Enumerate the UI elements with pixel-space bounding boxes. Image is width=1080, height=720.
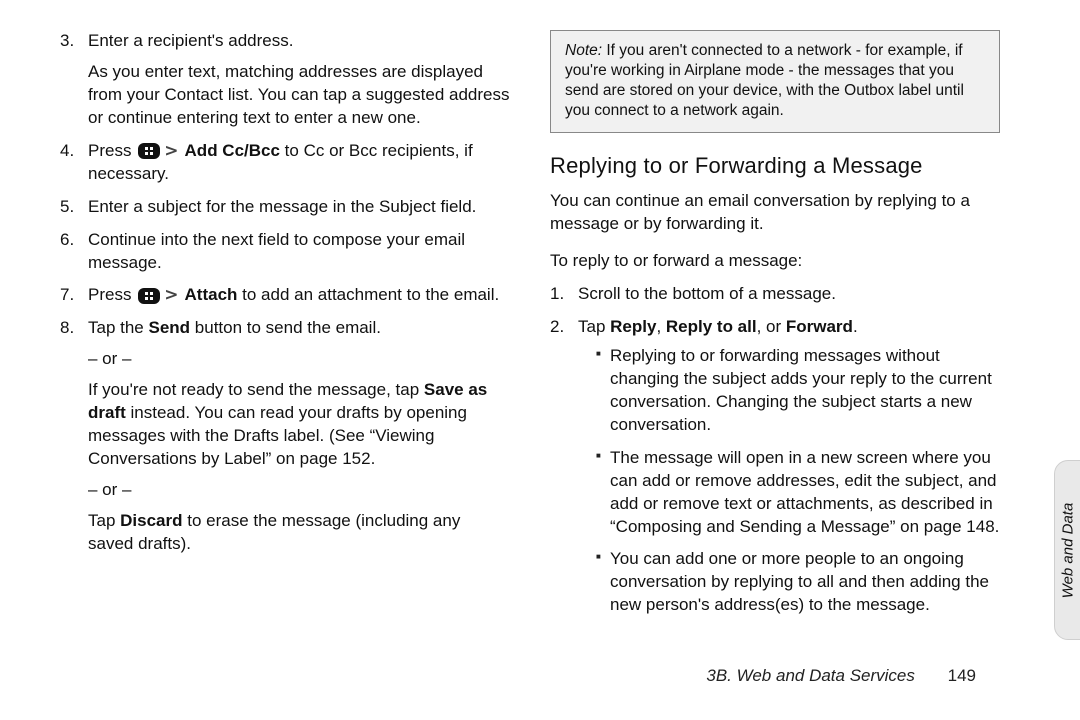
right-column: Note: If you aren't connected to a netwo… (550, 30, 1000, 637)
step-5: 5. Enter a subject for the message in th… (60, 196, 510, 219)
or-separator: – or – (88, 479, 510, 502)
procedure-heading: To reply to or forward a message: (550, 250, 1000, 273)
step-number: 7. (60, 284, 88, 307)
chevron-right-icon: > (164, 285, 178, 305)
step-number: 8. (60, 317, 88, 555)
bold-text: Discard (120, 511, 182, 530)
step-7: 7. Press > Attach to add an attachment t… (60, 284, 510, 307)
step-body: Tap Reply, Reply to all, or Forward. Rep… (578, 316, 1000, 627)
step-body: Continue into the next field to compose … (88, 229, 510, 275)
step-4: 4. Press > Add Cc/Bcc to Cc or Bcc recip… (60, 140, 510, 186)
step-6: 6. Continue into the next field to compo… (60, 229, 510, 275)
section-heading: Replying to or Forwarding a Message (550, 151, 1000, 181)
step-3: 3. Enter a recipient's address. As you e… (60, 30, 510, 130)
text: Enter a recipient's address. (88, 31, 293, 50)
page-number: 149 (948, 666, 976, 685)
step-body: Scroll to the bottom of a message. (578, 283, 1000, 306)
bullet-list: Replying to or forwarding messages witho… (596, 345, 1000, 617)
paragraph: Tap the Send button to send the email. (88, 317, 510, 340)
bold-text: Forward (786, 317, 853, 336)
paragraph: If you're not ready to send the message,… (88, 379, 510, 471)
step-number: 2. (550, 316, 578, 627)
section-thumb-tab: Web and Data (1054, 460, 1080, 640)
text: , (656, 317, 665, 336)
text: button to send the email. (190, 318, 381, 337)
thumb-tab-label: Web and Data (1060, 502, 1077, 598)
compose-steps: 3. Enter a recipient's address. As you e… (60, 30, 510, 556)
step-body: Enter a recipient's address. As you ente… (88, 30, 510, 130)
paragraph: Tap Discard to erase the message (includ… (88, 510, 510, 556)
step-body: Enter a subject for the message in the S… (88, 196, 510, 219)
text: Tap the (88, 318, 149, 337)
note-body: If you aren't connected to a network - f… (565, 42, 964, 119)
step-body: Tap the Send button to send the email. –… (88, 317, 510, 555)
step-number: 4. (60, 140, 88, 186)
text: Press (88, 141, 136, 160)
bullet-item: Replying to or forwarding messages witho… (596, 345, 1000, 437)
step-number: 6. (60, 229, 88, 275)
step-number: 5. (60, 196, 88, 219)
menu-icon (138, 288, 160, 304)
lead-text: You can continue an email conversation b… (550, 190, 1000, 236)
text: Tap (578, 317, 610, 336)
text: , or (757, 317, 786, 336)
step-body: Press > Add Cc/Bcc to Cc or Bcc recipien… (88, 140, 510, 186)
two-column-layout: 3. Enter a recipient's address. As you e… (60, 30, 1020, 637)
reply-steps: 1. Scroll to the bottom of a message. 2.… (550, 283, 1000, 627)
menu-icon (138, 143, 160, 159)
note-box: Note: If you aren't connected to a netwo… (550, 30, 1000, 133)
step-number: 1. (550, 283, 578, 306)
bullet-item: You can add one or more people to an ong… (596, 548, 1000, 617)
text: Tap (88, 511, 120, 530)
text: . (853, 317, 858, 336)
bold-text: Send (149, 318, 191, 337)
bold-text: Attach (180, 285, 237, 304)
or-separator: – or – (88, 348, 510, 371)
text: As you enter text, matching addresses ar… (88, 61, 510, 130)
bullet-item: The message will open in a new screen wh… (596, 447, 1000, 539)
text: instead. You can read your drafts by ope… (88, 403, 467, 468)
text: If you're not ready to send the message,… (88, 380, 424, 399)
text: Press (88, 285, 136, 304)
page-footer: 3B. Web and Data Services 149 (706, 666, 976, 686)
text: to add an attachment to the email. (237, 285, 499, 304)
note-label: Note: (565, 42, 602, 59)
chevron-right-icon: > (164, 141, 178, 161)
step-2: 2. Tap Reply, Reply to all, or Forward. … (550, 316, 1000, 627)
left-column: 3. Enter a recipient's address. As you e… (60, 30, 510, 637)
footer-section: 3B. Web and Data Services (706, 666, 915, 685)
bold-text: Reply to all (666, 317, 757, 336)
step-number: 3. (60, 30, 88, 130)
bold-text: Add Cc/Bcc (180, 141, 280, 160)
manual-page: 3. Enter a recipient's address. As you e… (60, 30, 1020, 690)
step-8: 8. Tap the Send button to send the email… (60, 317, 510, 555)
step-body: Press > Attach to add an attachment to t… (88, 284, 510, 307)
step-1: 1. Scroll to the bottom of a message. (550, 283, 1000, 306)
bold-text: Reply (610, 317, 656, 336)
